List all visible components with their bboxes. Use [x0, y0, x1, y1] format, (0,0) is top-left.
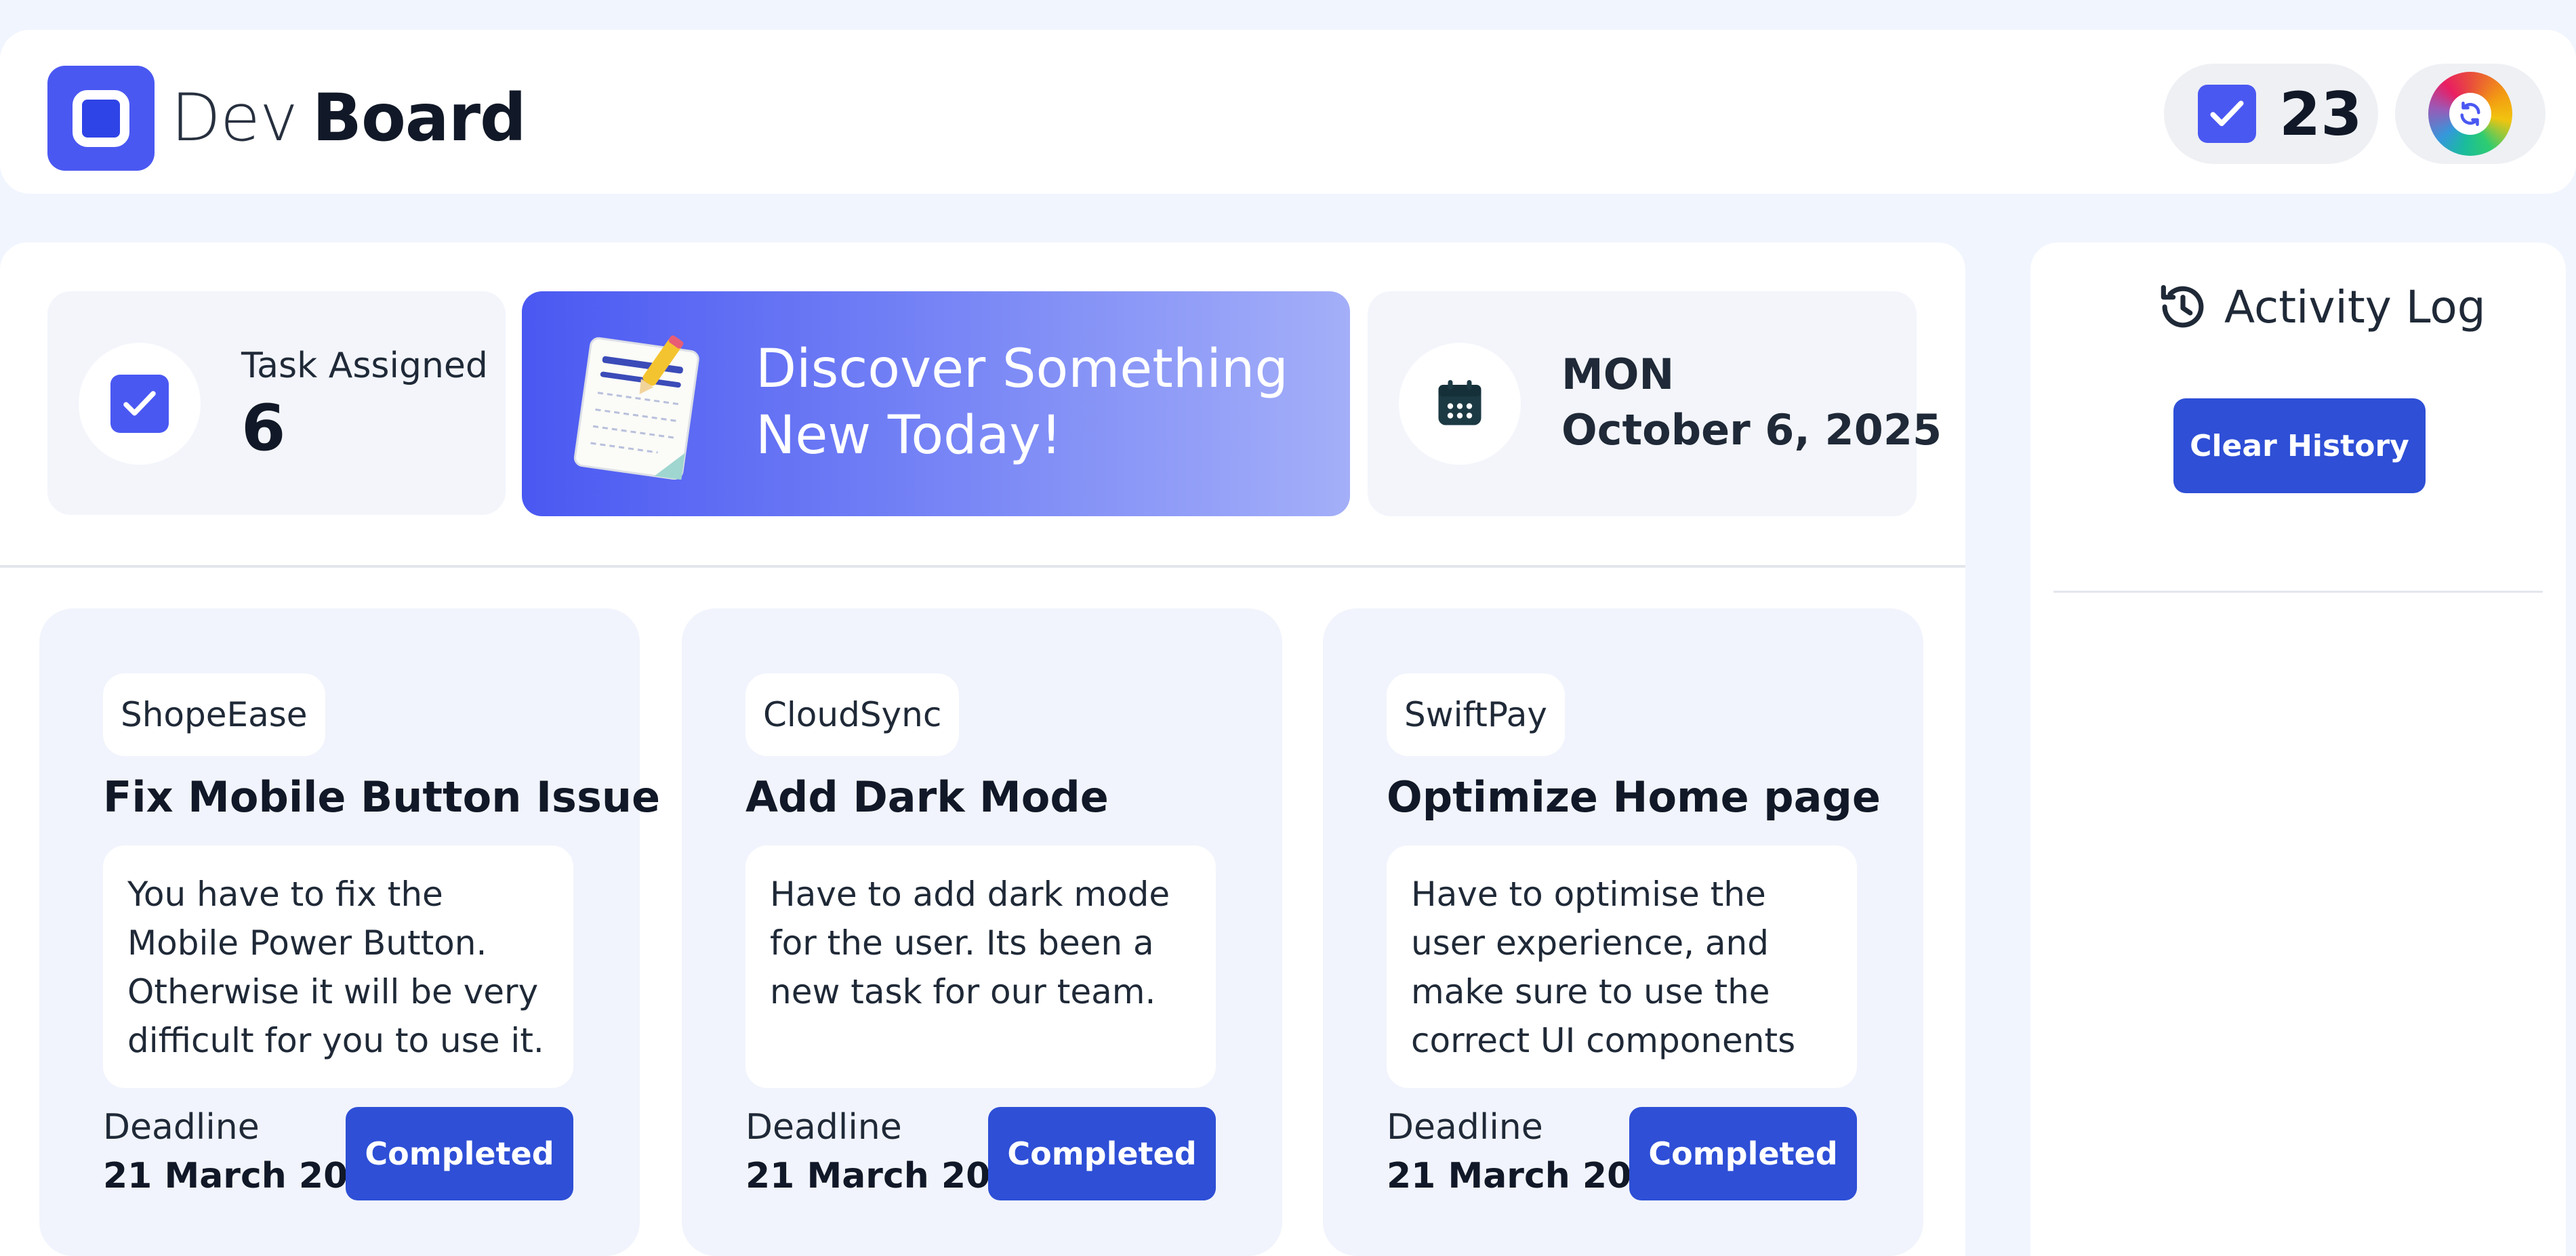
date-label: October 6, 2025	[1561, 405, 1942, 455]
brand-light-text: Dev	[171, 80, 298, 156]
calendar-icon	[1438, 380, 1481, 425]
app-logo-icon	[47, 66, 155, 171]
task-title: Add Dark Mode	[745, 772, 1109, 822]
activity-log-heading: Activity Log	[2154, 278, 2486, 336]
notepad-icon	[569, 331, 705, 480]
deadline-label: Deadline	[103, 1107, 260, 1148]
completed-button[interactable]: Completed	[1629, 1107, 1857, 1200]
section-divider	[0, 565, 1965, 568]
activity-divider	[2053, 591, 2543, 593]
clear-history-button[interactable]: Clear History	[2173, 398, 2426, 493]
project-tag: CloudSync	[745, 673, 960, 756]
task-assigned-icon-circle	[79, 343, 201, 465]
checkbox-icon	[110, 375, 169, 433]
activity-log-title: Activity Log	[2224, 280, 2486, 333]
day-label: MON	[1561, 350, 1675, 399]
task-title: Fix Mobile Button Issue	[103, 772, 661, 822]
project-tag: SwiftPay	[1387, 673, 1565, 756]
task-count-value: 23	[2279, 79, 2363, 149]
banner-text: Discover Something New Today!	[756, 339, 1288, 466]
completed-button[interactable]: Completed	[346, 1107, 573, 1200]
task-assigned-value: 6	[241, 392, 286, 465]
completed-button[interactable]: Completed	[988, 1107, 1216, 1200]
refresh-icon	[2428, 72, 2512, 156]
task-assigned-label: Task Assigned	[241, 346, 488, 386]
brand-bold-text: Board	[312, 80, 527, 156]
refresh-button[interactable]	[2395, 64, 2546, 164]
deadline-label: Deadline	[1387, 1107, 1543, 1148]
history-icon	[2161, 285, 2204, 328]
app-title: Dev Board	[171, 76, 527, 160]
task-description: Have to add dark mode for the user. Its …	[745, 845, 1216, 1088]
project-tag: ShopeEase	[103, 673, 325, 756]
task-title: Optimize Home page	[1387, 772, 1881, 822]
activity-log-panel	[2030, 243, 2566, 1256]
task-description: Have to optimise the user experience, an…	[1387, 845, 1857, 1088]
task-description: You have to fix the Mobile Power Button.…	[103, 845, 573, 1088]
task-count-badge: 23	[2164, 64, 2378, 164]
checkbox-icon	[2198, 85, 2256, 143]
calendar-icon-circle	[1399, 343, 1521, 465]
deadline-label: Deadline	[745, 1107, 902, 1148]
